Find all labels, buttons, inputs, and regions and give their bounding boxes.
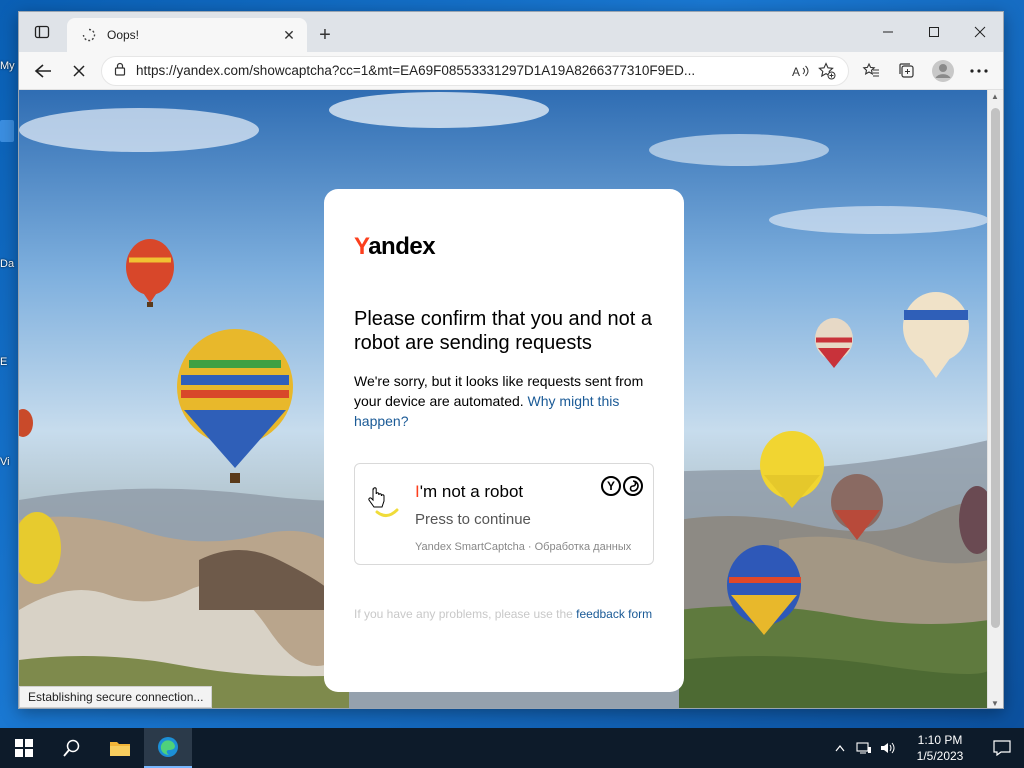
back-button[interactable] [25, 56, 61, 86]
feedback-link[interactable]: feedback form [576, 607, 652, 621]
explanation-text: We're sorry, but it looks like requests … [354, 373, 644, 429]
notification-button[interactable] [980, 728, 1024, 768]
navigation-bar: https://yandex.com/showcaptcha?cc=1&mt=E… [19, 52, 1003, 90]
close-icon [73, 64, 85, 77]
desktop-icon-label[interactable]: E [0, 356, 7, 368]
status-bar: Establishing secure connection... [19, 686, 213, 708]
avatar-icon [932, 59, 954, 82]
desktop-icon-label[interactable]: My [0, 60, 15, 72]
back-arrow-icon [34, 63, 51, 78]
desktop-icon-label[interactable]: Da [0, 258, 14, 270]
clock-date: 1/5/2023 [916, 749, 964, 763]
scroll-up-icon[interactable]: ▲ [991, 92, 999, 101]
maximize-button[interactable] [911, 12, 957, 52]
add-favorite-icon[interactable] [814, 59, 840, 83]
captcha-logos: Y [601, 476, 643, 496]
url-text[interactable]: https://yandex.com/showcaptcha?cc=1&mt=E… [136, 63, 788, 78]
scroll-down-icon[interactable]: ▼ [991, 699, 999, 708]
tab-actions-button[interactable] [19, 12, 65, 52]
new-tab-button[interactable]: + [307, 18, 343, 52]
captcha-card: Yandex Please confirm that you and not a… [324, 189, 684, 692]
windows-icon [15, 739, 33, 757]
stop-loading-button[interactable] [61, 56, 97, 86]
favorites-icon [862, 62, 879, 76]
desktop-icon-label[interactable]: Vi [0, 456, 10, 468]
smartcaptcha-icon [623, 476, 643, 496]
page-title: Please confirm that you and not a robot … [354, 308, 652, 354]
checkbox-label: I'm not a robot [415, 482, 524, 501]
clock-time: 1:10 PM [917, 733, 963, 747]
read-aloud-icon[interactable]: A [788, 59, 814, 83]
folder-icon [110, 742, 130, 756]
edge-icon [158, 737, 178, 757]
yandex-logo[interactable]: Yandex [354, 233, 654, 263]
close-window-button[interactable] [957, 12, 1003, 52]
lock-icon[interactable] [114, 62, 126, 79]
clock[interactable]: 1:10 PM 1/5/2023 [900, 732, 980, 764]
tab-close-icon[interactable]: ✕ [281, 27, 297, 43]
collections-icon [899, 62, 914, 78]
search-button[interactable] [48, 728, 96, 768]
more-icon [970, 68, 988, 73]
loading-icon [81, 27, 97, 43]
tab-title: Oops! [107, 28, 140, 42]
collections-button[interactable] [889, 56, 925, 86]
network-icon[interactable] [852, 741, 876, 755]
edge-taskbar-button[interactable] [144, 728, 192, 768]
checkbox-subtitle: Press to continue [415, 511, 531, 528]
not-robot-checkbox[interactable]: I'm not a robot Press to continue Yandex… [354, 463, 654, 565]
favorites-button[interactable] [853, 56, 889, 86]
volume-icon[interactable] [876, 741, 900, 755]
system-tray: 1:10 PM 1/5/2023 [828, 728, 1024, 768]
title-bar: Oops! ✕ + [19, 12, 1003, 52]
address-bar[interactable]: https://yandex.com/showcaptcha?cc=1&mt=E… [101, 55, 849, 86]
tab-actions-icon [34, 25, 50, 39]
page-content: Yandex Please confirm that you and not a… [19, 90, 989, 708]
smartcaptcha-footer[interactable]: Yandex SmartCaptcha · Обработка данных [415, 541, 631, 553]
show-hidden-icons[interactable] [828, 744, 852, 752]
settings-more-button[interactable] [961, 56, 997, 86]
search-icon [63, 739, 80, 757]
profile-button[interactable] [925, 56, 961, 86]
browser-tab[interactable]: Oops! ✕ [67, 18, 307, 52]
taskbar: 1:10 PM 1/5/2023 [0, 728, 1024, 768]
minimize-button[interactable] [865, 12, 911, 52]
browser-window: Oops! ✕ + https://yandex.com/showcaptcha… [18, 11, 1004, 709]
notification-icon [993, 740, 1011, 756]
desktop-icon[interactable] [0, 120, 14, 144]
start-button[interactable] [0, 728, 48, 768]
yandex-y-icon: Y [601, 476, 621, 496]
svg-text:A: A [792, 65, 800, 78]
hand-cursor-icon [368, 487, 385, 508]
scrollbar-thumb[interactable] [991, 108, 1000, 628]
vertical-scrollbar[interactable]: ▲ ▼ [987, 90, 1003, 708]
file-explorer-button[interactable] [96, 728, 144, 768]
feedback-text: If you have any problems, please use the… [354, 607, 653, 621]
